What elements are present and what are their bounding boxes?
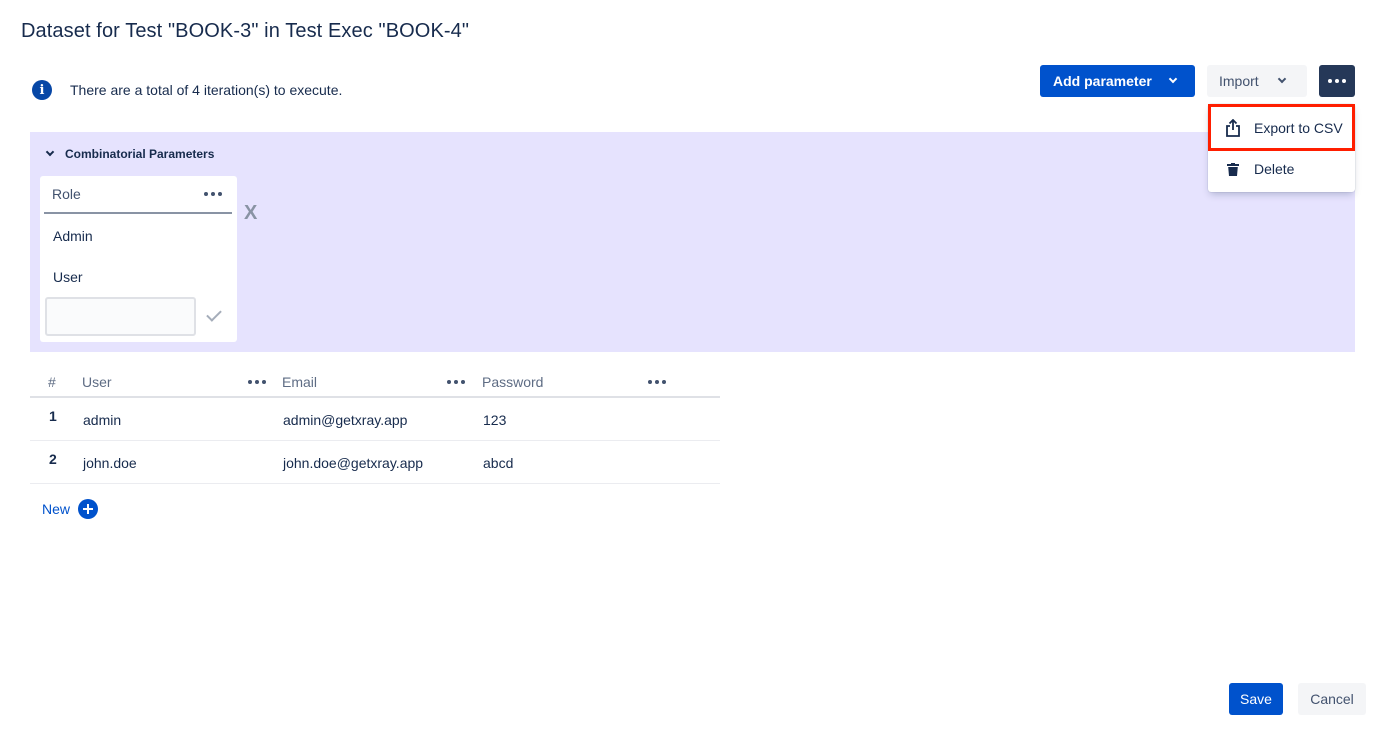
column-header-user: User [82, 374, 112, 390]
table-header: # User Email Password [30, 366, 720, 398]
chevron-down-icon [45, 147, 55, 157]
combinatorial-header[interactable]: Combinatorial Parameters [45, 147, 215, 161]
table-row[interactable]: 2 john.doe john.doe@getxray.app abcd [30, 441, 720, 484]
add-parameter-label: Add parameter [1053, 73, 1152, 89]
combinatorial-parameters-panel: Combinatorial Parameters Role Admin User… [30, 132, 1355, 352]
row-number: 1 [49, 408, 57, 424]
new-value-input[interactable] [45, 297, 196, 336]
ellipsis-icon [1328, 79, 1346, 83]
cell-user[interactable]: john.doe [83, 455, 137, 471]
cell-user[interactable]: admin [83, 412, 121, 428]
more-actions-button[interactable] [1319, 65, 1355, 97]
menu-item-label: Export to CSV [1254, 119, 1343, 136]
parameter-options-icon[interactable] [204, 192, 222, 196]
parameter-name: Role [52, 186, 81, 202]
combinatorial-title: Combinatorial Parameters [65, 147, 215, 161]
new-row-button[interactable]: New [42, 499, 99, 519]
iteration-info-text: There are a total of 4 iteration(s) to e… [70, 82, 343, 98]
cell-email[interactable]: john.doe@getxray.app [283, 455, 423, 471]
parameter-value: Admin [53, 228, 93, 244]
column-header-password: Password [482, 374, 544, 390]
import-label: Import [1219, 73, 1259, 89]
cell-password[interactable]: 123 [483, 412, 506, 428]
remove-parameter-button[interactable]: X [244, 202, 257, 225]
dataset-table: # User Email Password 1 admin admin@getx… [30, 366, 720, 484]
chevron-down-icon [1168, 74, 1178, 84]
chevron-down-icon [1277, 74, 1286, 84]
confirm-check-icon[interactable] [206, 306, 222, 322]
cell-password[interactable]: abcd [483, 455, 513, 471]
new-row-label: New [42, 501, 71, 517]
export-icon [1224, 118, 1242, 137]
dataset-page: Dataset for Test "BOOK-3" in Test Exec "… [0, 0, 1383, 733]
iteration-info: i There are a total of 4 iteration(s) to… [32, 80, 342, 100]
add-parameter-button[interactable]: Add parameter [1040, 65, 1195, 97]
row-number: 2 [49, 451, 57, 467]
parameter-header: Role [44, 176, 232, 214]
column-options-icon[interactable] [248, 380, 266, 384]
menu-item-label: Delete [1254, 161, 1295, 177]
info-icon: i [32, 80, 52, 100]
parameter-value: User [53, 269, 83, 285]
cancel-button[interactable]: Cancel [1298, 683, 1366, 715]
page-title: Dataset for Test "BOOK-3" in Test Exec "… [21, 20, 470, 42]
column-header-email: Email [282, 374, 318, 390]
parameter-card-role: Role Admin User [40, 176, 237, 342]
more-actions-menu: Export to CSV Delete [1208, 104, 1355, 192]
plus-icon [78, 499, 99, 519]
menu-item-delete[interactable]: Delete [1208, 148, 1355, 190]
trash-icon [1224, 160, 1242, 178]
column-options-icon[interactable] [648, 380, 666, 384]
import-button[interactable]: Import [1207, 65, 1307, 97]
cell-email[interactable]: admin@getxray.app [283, 412, 407, 428]
column-options-icon[interactable] [447, 380, 465, 384]
menu-item-export-csv[interactable]: Export to CSV [1208, 104, 1355, 151]
column-header-number: # [48, 374, 56, 390]
table-row[interactable]: 1 admin admin@getxray.app 123 [30, 398, 720, 441]
save-button[interactable]: Save [1229, 683, 1283, 715]
